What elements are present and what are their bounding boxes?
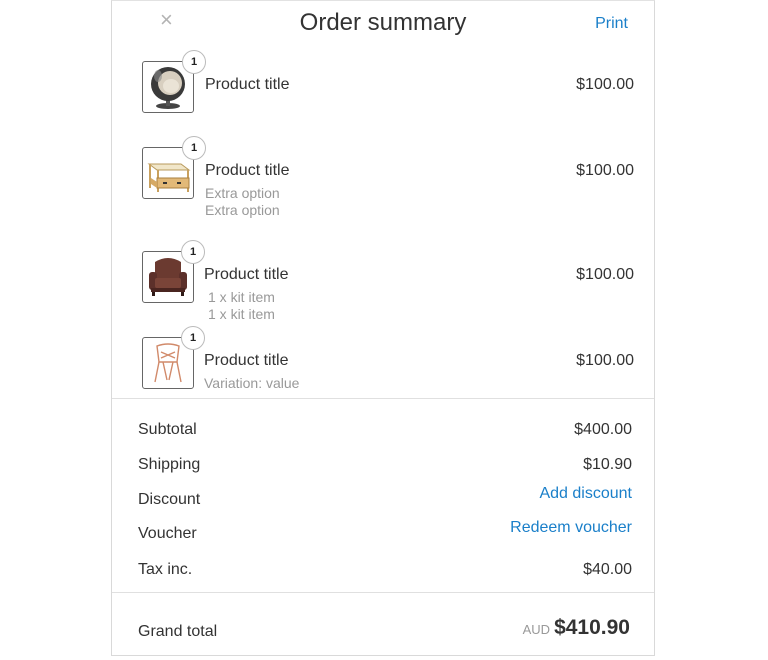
redeem-voucher-link[interactable]: Redeem voucher [510, 518, 632, 538]
product-title: Product title [205, 162, 290, 179]
add-discount-link[interactable]: Add discount [539, 484, 632, 504]
currency-code: AUD [522, 622, 551, 637]
tax-label: Tax inc. [138, 561, 193, 578]
divider [112, 592, 654, 593]
subtotal-value: $400.00 [574, 421, 632, 438]
tax-value: $40.00 [583, 561, 632, 578]
voucher-label: Voucher [138, 525, 197, 542]
print-link[interactable]: Print [595, 15, 628, 33]
product-title: Product title [204, 266, 289, 283]
product-price: $100.00 [576, 76, 634, 93]
product-price: $100.00 [576, 162, 634, 179]
divider [112, 398, 654, 399]
kit-item: 1 x kit item [208, 306, 275, 322]
product-price: $100.00 [576, 352, 634, 369]
product-option: Extra option [205, 185, 280, 201]
grand-total-value: $410.90 [554, 616, 630, 639]
shipping-value: $10.90 [583, 456, 632, 473]
order-summary-panel: × Order summary Print 1 Product title $1… [111, 0, 655, 656]
kit-item: 1 x kit item [208, 289, 275, 305]
product-price: $100.00 [576, 266, 634, 283]
product-title: Product title [204, 352, 289, 369]
quantity-badge: 1 [182, 136, 206, 160]
product-variation: Variation: value [204, 375, 300, 391]
quantity-badge: 1 [181, 240, 205, 264]
product-option: Extra option [205, 202, 280, 218]
product-title: Product title [205, 76, 290, 93]
discount-label: Discount [138, 491, 201, 508]
quantity-badge: 1 [181, 326, 205, 350]
page-title: Order summary [299, 9, 467, 36]
grand-total: AUD $410.90 [523, 615, 630, 643]
grand-total-label: Grand total [138, 623, 218, 640]
shipping-label: Shipping [138, 456, 201, 473]
subtotal-label: Subtotal [138, 421, 197, 438]
quantity-badge: 1 [182, 50, 206, 74]
